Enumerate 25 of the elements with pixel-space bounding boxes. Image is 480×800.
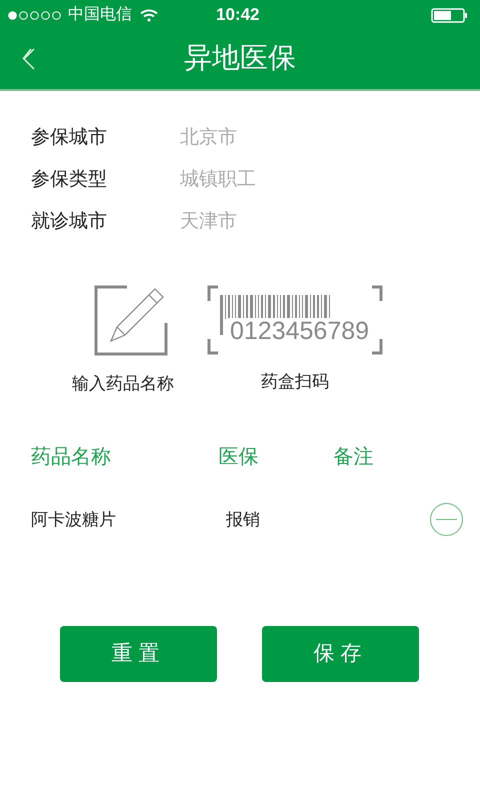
table-cell-text: 阿卡波糖片 — [31, 508, 117, 531]
field-value: 天津市 — [180, 210, 237, 234]
status-time: 10:42 — [216, 4, 260, 26]
save-button[interactable]: 保存 — [262, 626, 419, 682]
field-label: 参保城市 — [31, 126, 108, 150]
column-header: 医保 — [218, 444, 260, 470]
reset-button[interactable]: 重置 — [60, 626, 217, 682]
field-value: 北京市 — [180, 126, 237, 150]
column-header: 药品名称 — [31, 444, 112, 470]
carrier-name: 中国电信 — [68, 4, 132, 25]
back-button[interactable] — [22, 48, 36, 70]
field-label: 参保类型 — [31, 168, 108, 192]
remove-button[interactable] — [430, 503, 463, 536]
pencil-icon — [93, 285, 169, 357]
field-value: 城镇职工 — [180, 168, 256, 192]
minus-icon — [436, 518, 457, 520]
column-header: 备注 — [334, 444, 375, 470]
field-label: 就诊城市 — [31, 210, 108, 234]
scan-button[interactable]: 0123456789 药盒扫码 — [206, 285, 384, 396]
battery-icon — [431, 8, 468, 22]
back-icon — [22, 48, 36, 70]
page-title: 异地医保 — [184, 40, 296, 74]
input-button[interactable]: 输入药品名称 — [72, 285, 174, 396]
wifi-icon — [140, 8, 158, 22]
table-cell-text: 报销 — [226, 508, 260, 531]
